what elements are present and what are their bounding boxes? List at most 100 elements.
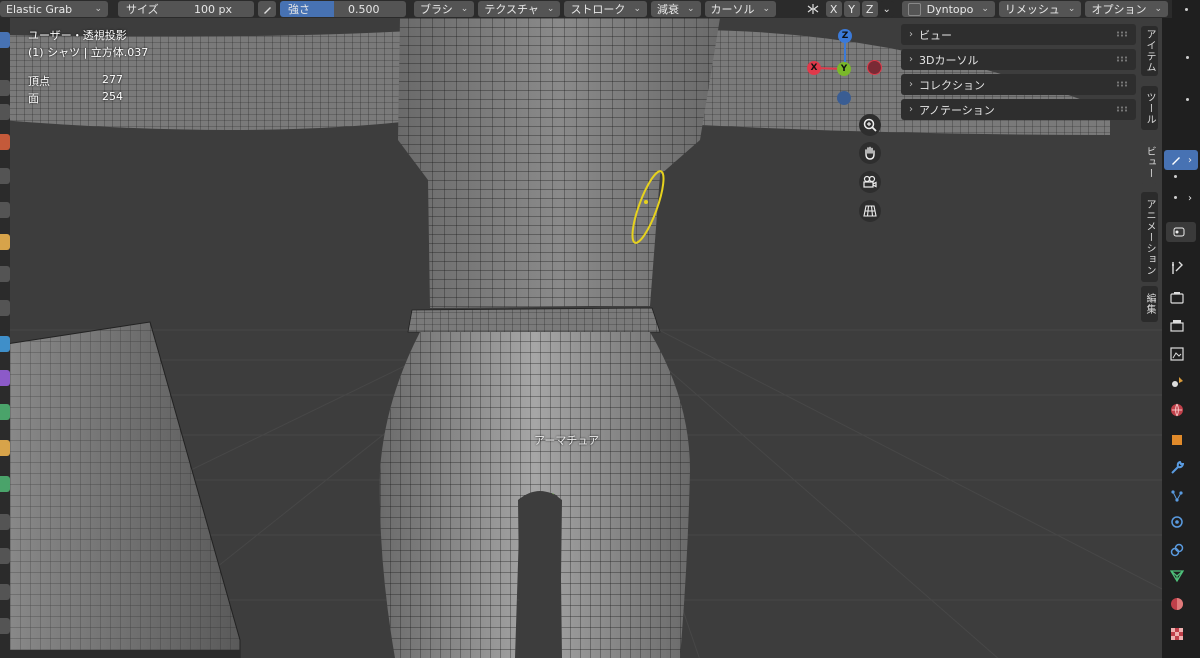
remesh-label: リメッシュ bbox=[1004, 3, 1060, 16]
header-dot bbox=[1184, 7, 1188, 11]
tab-animation[interactable]: アニメーション bbox=[1141, 192, 1158, 282]
menu-stroke[interactable]: ストローク ⌄ bbox=[564, 1, 647, 17]
constraints-icon[interactable] bbox=[1166, 540, 1188, 560]
menu-texture-label: テクスチャ bbox=[484, 3, 539, 16]
gizmo-x[interactable]: X bbox=[807, 61, 821, 75]
dyntopo-checkbox[interactable] bbox=[907, 2, 921, 16]
bottom-bar bbox=[0, 650, 240, 658]
brush-properties-tab[interactable]: › bbox=[1164, 150, 1198, 170]
material-icon[interactable] bbox=[1166, 594, 1188, 614]
dot bbox=[1174, 196, 1177, 199]
strength-field[interactable]: 強さ 0.500 bbox=[280, 1, 406, 17]
size-field[interactable]: サイズ 100 px bbox=[118, 1, 254, 17]
data-mesh-icon[interactable] bbox=[1166, 566, 1188, 586]
panel-view-label: ビュー bbox=[919, 28, 952, 42]
tool-18[interactable] bbox=[0, 618, 10, 634]
mirror-x-button[interactable]: X bbox=[825, 1, 842, 17]
output-icon[interactable] bbox=[1166, 316, 1188, 336]
zoom-icon[interactable] bbox=[859, 114, 881, 136]
gizmo-neg-x[interactable] bbox=[867, 60, 882, 75]
tool-6[interactable] bbox=[0, 202, 10, 218]
tab-tool[interactable]: ツール bbox=[1141, 86, 1158, 130]
tool-header: Elastic Grab ⌄ サイズ 100 px 強さ 0.500 ブラシ ⌄ テ… bbox=[0, 0, 1200, 18]
chevron-right-icon[interactable]: › bbox=[1184, 188, 1196, 208]
strength-label: 強さ bbox=[280, 1, 334, 17]
armature-label: アーマチュア bbox=[534, 434, 600, 447]
menu-texture[interactable]: テクスチャ ⌄ bbox=[478, 1, 561, 17]
editor-type-icon[interactable] bbox=[1166, 222, 1196, 242]
pan-hand-icon[interactable] bbox=[859, 142, 881, 164]
tool-13[interactable] bbox=[0, 440, 10, 456]
left-toolbar bbox=[0, 18, 10, 658]
tool-8[interactable] bbox=[0, 266, 10, 282]
object-name: (1) シャツ | 立方体.037 bbox=[28, 46, 149, 59]
menu-falloff-label: 減衰 bbox=[656, 3, 679, 16]
brush-selector[interactable]: Elastic Grab ⌄ bbox=[0, 1, 108, 17]
view-layer-icon[interactable] bbox=[1166, 344, 1188, 364]
menu-falloff[interactable]: 減衰 ⌄ bbox=[650, 1, 701, 17]
tool-16[interactable] bbox=[0, 548, 10, 564]
tool-15[interactable] bbox=[0, 514, 10, 530]
scene-icon[interactable] bbox=[1166, 372, 1188, 392]
object-icon[interactable] bbox=[1166, 430, 1188, 450]
menu-cursor[interactable]: カーソル ⌄ bbox=[704, 1, 777, 17]
tool-7[interactable] bbox=[0, 234, 10, 250]
body-legs bbox=[379, 332, 690, 658]
symmetry-icon[interactable] bbox=[803, 1, 822, 17]
gizmo-y[interactable]: Y bbox=[837, 62, 851, 76]
gizmo-neg-z[interactable] bbox=[837, 91, 851, 105]
remesh-menu[interactable]: リメッシュ ⌄ bbox=[998, 1, 1082, 17]
tab-item[interactable]: アイテム bbox=[1141, 26, 1158, 76]
physics-icon[interactable] bbox=[1166, 512, 1188, 532]
tab-tool-label: ツール bbox=[1144, 91, 1155, 125]
header-right-gutter bbox=[1172, 0, 1200, 18]
mirror-z-button[interactable]: Z bbox=[861, 1, 878, 17]
panel-3d-cursor[interactable]: › 3Dカーソル bbox=[901, 49, 1136, 70]
world-icon[interactable] bbox=[1166, 400, 1188, 420]
tool-17[interactable] bbox=[0, 584, 10, 600]
panel-3d-cursor-label: 3Dカーソル bbox=[919, 53, 979, 67]
menu-stroke-label: ストローク bbox=[570, 3, 626, 16]
tool-12[interactable] bbox=[0, 404, 10, 420]
ortho-grid-icon[interactable] bbox=[859, 200, 881, 222]
tool-settings-icon[interactable] bbox=[1166, 258, 1188, 278]
size-label: サイズ bbox=[118, 1, 174, 17]
panel-collection[interactable]: › コレクション bbox=[901, 74, 1136, 95]
tool-5[interactable] bbox=[0, 168, 10, 184]
panel-annotation[interactable]: › アノテーション bbox=[901, 99, 1136, 120]
drag-grip-icon[interactable] bbox=[1116, 31, 1128, 37]
tool-active[interactable] bbox=[0, 32, 10, 48]
mirror-y-button[interactable]: Y bbox=[843, 1, 860, 17]
modifier-wrench-icon[interactable] bbox=[1166, 458, 1188, 478]
render-icon[interactable] bbox=[1166, 288, 1188, 308]
tool-2[interactable] bbox=[0, 80, 10, 96]
tool-14[interactable] bbox=[0, 476, 10, 492]
tab-edit[interactable]: 編集 bbox=[1141, 286, 1158, 322]
drag-grip-icon[interactable] bbox=[1116, 106, 1128, 112]
tool-4[interactable] bbox=[0, 134, 10, 150]
gizmo-z[interactable]: Z bbox=[838, 29, 852, 43]
chevron-right-icon: › bbox=[909, 54, 913, 65]
pressure-pen-icon[interactable] bbox=[258, 1, 276, 17]
tool-11[interactable] bbox=[0, 370, 10, 386]
tool-3[interactable] bbox=[0, 104, 10, 120]
stat-vertex-value: 277 bbox=[102, 73, 123, 86]
menu-brush[interactable]: ブラシ ⌄ bbox=[414, 1, 475, 17]
drag-grip-icon[interactable] bbox=[1116, 56, 1128, 62]
tab-item-label: アイテム bbox=[1144, 29, 1155, 73]
skirt-mesh bbox=[0, 321, 241, 658]
camera-icon[interactable] bbox=[859, 171, 881, 193]
texture-icon[interactable] bbox=[1166, 624, 1188, 644]
dyntopo-toggle[interactable]: Dyntopo ⌄ bbox=[901, 1, 995, 17]
drag-grip-icon[interactable] bbox=[1116, 81, 1128, 87]
particles-icon[interactable] bbox=[1166, 486, 1188, 506]
tool-10[interactable] bbox=[0, 336, 10, 352]
tool-9[interactable] bbox=[0, 300, 10, 316]
tab-view[interactable]: ビュー bbox=[1141, 140, 1158, 184]
panel-view[interactable]: › ビュー bbox=[901, 24, 1136, 45]
options-menu[interactable]: オプション ⌄ bbox=[1085, 1, 1168, 17]
symmetry-options-chevron-icon[interactable]: ⌄ bbox=[879, 1, 894, 17]
dot bbox=[1186, 56, 1189, 59]
strength-value: 0.500 bbox=[334, 1, 406, 17]
dot bbox=[1186, 98, 1189, 101]
